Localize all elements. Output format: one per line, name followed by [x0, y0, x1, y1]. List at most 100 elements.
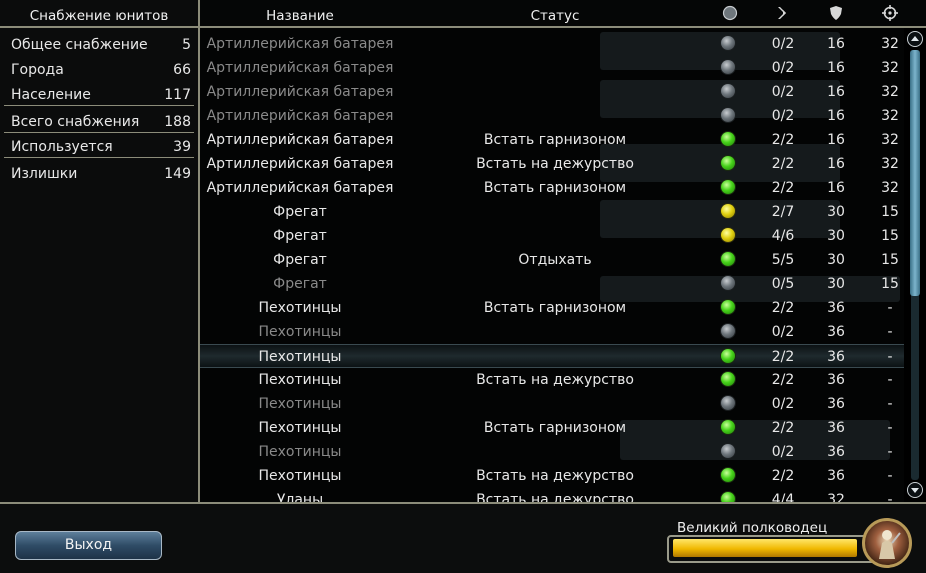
unit-defense: 36: [827, 324, 845, 340]
unit-state-dot-icon: [721, 108, 735, 122]
unit-list: Артиллерийская батарея 0/2 16 32 Артиллерийс…: [200, 28, 904, 502]
unit-row[interactable]: Пехотинцы Встать гарнизоном 2/2 36 -: [200, 296, 904, 320]
exit-button[interactable]: Выход: [15, 531, 162, 560]
unit-moves: 2/2: [771, 132, 795, 148]
unit-row[interactable]: Артиллерийская батарея 0/2 16 32: [200, 80, 904, 104]
unit-attack: 15: [881, 204, 899, 220]
unit-row[interactable]: Артиллерийская батарея 0/2 16 32: [200, 32, 904, 56]
unit-moves: 0/2: [771, 396, 795, 412]
unit-defense: 16: [827, 36, 845, 52]
supply-stat-label: Города: [11, 62, 64, 78]
unit-state-dot-icon: [721, 396, 735, 410]
supply-stat-label: Используется: [11, 139, 113, 155]
unit-moves: 2/2: [771, 180, 795, 196]
unit-name: Артиллерийская батарея: [206, 132, 394, 148]
unit-name: Артиллерийская батарея: [206, 180, 394, 196]
unit-row[interactable]: Фрегат Отдыхать 5/5 30 15: [200, 248, 904, 272]
supply-stat-value: 188: [164, 114, 191, 130]
scroll-up-button[interactable]: [907, 31, 923, 47]
unit-row[interactable]: Пехотинцы 2/2 36 -: [200, 344, 904, 368]
unit-row[interactable]: Фрегат 2/7 30 15: [200, 200, 904, 224]
unit-state-dot-icon: [721, 204, 735, 218]
unit-row[interactable]: Пехотинцы Встать гарнизоном 2/2 36 -: [200, 416, 904, 440]
supply-stat-label: Общее снабжение: [11, 37, 148, 53]
unit-row[interactable]: Фрегат 0/5 30 15: [200, 272, 904, 296]
supply-stat-row: Излишки 149: [11, 166, 191, 188]
unit-row[interactable]: Артиллерийская батарея Встать гарнизоном 2…: [200, 176, 904, 200]
unit-defense: 32: [827, 492, 845, 502]
unit-defense: 16: [827, 132, 845, 148]
unit-attack: -: [887, 324, 893, 340]
defense-shield-icon[interactable]: [828, 5, 844, 21]
unit-row[interactable]: Уланы Встать на дежурство 4/4 32 -: [200, 488, 904, 502]
unit-row[interactable]: Пехотинцы 0/2 36 -: [200, 320, 904, 344]
unit-row[interactable]: Артиллерийская батарея 0/2 16 32: [200, 104, 904, 128]
supply-separator: [4, 105, 194, 106]
unit-name: Фрегат: [273, 228, 327, 244]
unit-status: Встать гарнизоном: [483, 300, 627, 316]
unit-attack: 32: [881, 84, 899, 100]
scrollbar[interactable]: [906, 30, 924, 500]
unit-row[interactable]: Артиллерийская батарея Встать на дежурств…: [200, 152, 904, 176]
unit-moves: 2/2: [771, 468, 795, 484]
unit-defense: 30: [827, 276, 845, 292]
unit-attack: 32: [881, 60, 899, 76]
unit-status: Встать гарнизоном: [483, 180, 627, 196]
unit-defense: 16: [827, 108, 845, 124]
supply-separator: [4, 157, 194, 158]
unit-row[interactable]: Артиллерийская батарея Встать гарнизоном 2…: [200, 128, 904, 152]
scroll-thumb[interactable]: [910, 50, 920, 296]
status-dot-icon[interactable]: [722, 5, 738, 21]
unit-status: Встать на дежурство: [476, 492, 634, 502]
unit-name: Пехотинцы: [258, 444, 342, 460]
arrow-up-icon: [911, 36, 919, 41]
unit-name: Артиллерийская батарея: [206, 156, 394, 172]
column-status[interactable]: Статус: [490, 8, 620, 24]
unit-name: Пехотинцы: [258, 300, 342, 316]
unit-attack: 32: [881, 180, 899, 196]
supply-stat-value: 66: [173, 62, 191, 78]
unit-row[interactable]: Фрегат 4/6 30 15: [200, 224, 904, 248]
supply-stat-value: 39: [173, 139, 191, 155]
unit-status: Отдыхать: [518, 252, 592, 268]
unit-row[interactable]: Артиллерийская батарея 0/2 16 32: [200, 56, 904, 80]
unit-state-dot-icon: [721, 156, 735, 170]
unit-moves: 2/2: [771, 372, 795, 388]
great-general-label: Великий полководец: [677, 520, 828, 536]
unit-row[interactable]: Пехотинцы 0/2 36 -: [200, 392, 904, 416]
unit-row[interactable]: Пехотинцы 0/2 36 -: [200, 440, 904, 464]
unit-status: Встать на дежурство: [476, 156, 634, 172]
unit-row[interactable]: Пехотинцы Встать на дежурство 2/2 36 -: [200, 464, 904, 488]
supply-stat-label: Всего снабжения: [11, 114, 140, 130]
unit-status: Встать гарнизоном: [483, 420, 627, 436]
unit-defense: 36: [827, 420, 845, 436]
unit-name: Фрегат: [273, 276, 327, 292]
unit-name: Фрегат: [273, 204, 327, 220]
unit-state-dot-icon: [721, 324, 735, 338]
unit-moves: 2/7: [771, 204, 795, 220]
moves-arrow-icon[interactable]: [775, 5, 791, 21]
unit-row[interactable]: Пехотинцы Встать на дежурство 2/2 36 -: [200, 368, 904, 392]
great-general-portrait[interactable]: [862, 518, 912, 568]
unit-status: Встать гарнизоном: [483, 132, 627, 148]
unit-name: Артиллерийская батарея: [206, 108, 394, 124]
column-name[interactable]: Название: [250, 8, 350, 24]
unit-state-dot-icon: [721, 60, 735, 74]
unit-moves: 0/2: [771, 324, 795, 340]
unit-name: Фрегат: [273, 252, 327, 268]
supply-stat-value: 117: [164, 87, 191, 103]
unit-moves: 2/2: [771, 349, 795, 365]
progress-frame: [667, 535, 877, 563]
unit-attack: -: [887, 349, 893, 365]
unit-name: Артиллерийская батарея: [206, 84, 394, 100]
unit-state-dot-icon: [721, 180, 735, 194]
unit-name: Пехотинцы: [258, 396, 342, 412]
scroll-down-button[interactable]: [907, 482, 923, 498]
attack-crosshair-icon[interactable]: [882, 5, 898, 21]
unit-moves: 0/2: [771, 60, 795, 76]
supply-panel-title: Снабжение юнитов: [29, 8, 169, 24]
unit-attack: -: [887, 468, 893, 484]
unit-moves: 4/6: [771, 228, 795, 244]
unit-name: Пехотинцы: [258, 324, 342, 340]
unit-attack: 15: [881, 276, 899, 292]
